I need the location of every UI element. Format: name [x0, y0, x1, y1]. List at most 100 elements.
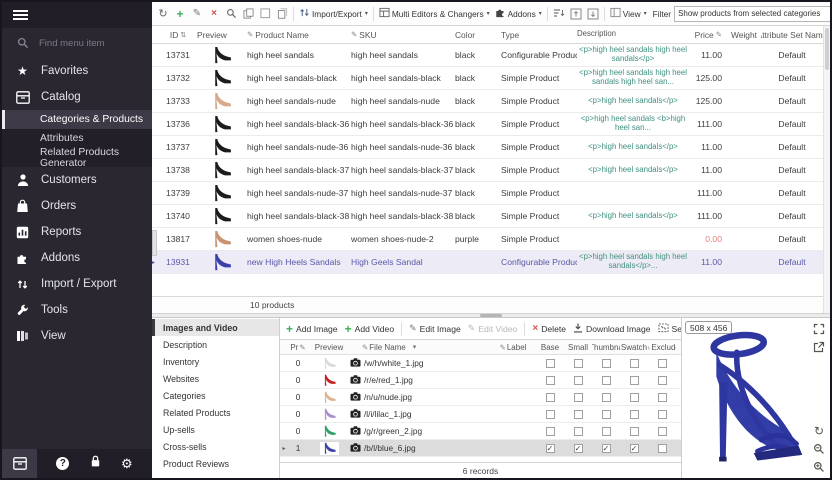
exclude-checkbox[interactable] [658, 376, 667, 385]
column-header-product-name[interactable]: ✎Product Name [247, 30, 351, 40]
panel-splitter-handle[interactable] [152, 230, 157, 256]
tab-categories[interactable]: Categories [152, 387, 279, 404]
column-header-attribute-set[interactable]: Attribute Set Name [761, 30, 823, 40]
thumbnail-checkbox[interactable] [602, 359, 611, 368]
sidebar-item-tools[interactable]: Tools [2, 297, 152, 323]
help-icon[interactable]: ? [56, 457, 69, 470]
sidebar-item-customers[interactable]: Customers [2, 167, 152, 193]
image-row[interactable]: ▸ 0 /l/i/lilac_1.jpg [280, 406, 681, 423]
tab-cross-sells[interactable]: Cross-sells [152, 438, 279, 455]
base-checkbox[interactable] [546, 393, 555, 402]
column-header-file-name[interactable]: ✎File Name▾ [350, 343, 490, 352]
swatch-checkbox[interactable] [630, 444, 639, 453]
small-checkbox[interactable] [574, 393, 583, 402]
edit-product-button[interactable]: ✎ [189, 6, 205, 22]
image-row[interactable]: ▸ 0 /n/u/nude.jpg [280, 389, 681, 406]
checkbox-select-button[interactable] [257, 6, 273, 22]
swatch-checkbox[interactable] [630, 410, 639, 419]
image-row[interactable]: ▸ 0 /r/e/red_1.jpg [280, 372, 681, 389]
column-header-weight[interactable]: Weight [727, 30, 761, 40]
small-checkbox[interactable] [574, 359, 583, 368]
sidebar-item-addons[interactable]: Addons [2, 245, 152, 271]
small-checkbox[interactable] [574, 376, 583, 385]
gear-icon[interactable]: ⚙ [121, 457, 133, 470]
exclude-checkbox[interactable] [658, 393, 667, 402]
menu-search-input[interactable] [37, 37, 142, 50]
store-button[interactable] [2, 449, 37, 478]
exclude-checkbox[interactable] [658, 427, 667, 436]
tab-inventory[interactable]: Inventory [152, 353, 279, 370]
addons-button[interactable]: Addons▾ [493, 7, 544, 20]
column-header-img-preview[interactable]: Preview [308, 343, 350, 352]
hamburger-menu-icon[interactable] [13, 10, 28, 20]
open-external-icon[interactable] [812, 340, 826, 354]
column-header-price[interactable]: Price✎ [689, 30, 727, 40]
swatch-checkbox[interactable] [630, 393, 639, 402]
add-video-button[interactable]: +Add Video [343, 322, 397, 336]
sidebar-item-favorites[interactable]: ★ Favorites [2, 58, 152, 84]
sidebar-item-view[interactable]: View [2, 323, 152, 349]
filter-select[interactable]: Show products from selected categories ▾ [674, 6, 830, 22]
sidebar-item-import-export[interactable]: Import / Export [2, 271, 152, 297]
column-header-base[interactable]: Base [536, 343, 564, 352]
import-export-button[interactable]: Import/Export▾ [297, 7, 370, 20]
column-header-preview[interactable]: Preview [197, 30, 247, 40]
thumbnail-checkbox[interactable] [602, 393, 611, 402]
base-checkbox[interactable] [546, 376, 555, 385]
image-row[interactable]: ▸ 0 /g/r/green_2.jpg [280, 423, 681, 440]
column-header-small[interactable]: Small [564, 343, 592, 352]
zoom-out-icon[interactable] [812, 442, 826, 456]
sidebar-item-categories-products[interactable]: Categories & Products [2, 110, 152, 129]
column-header-description[interactable]: Description [577, 30, 689, 39]
column-header-color[interactable]: Color [455, 30, 501, 40]
product-row[interactable]: ▸ 13737 high heel sandals-nude-36 high h… [152, 136, 823, 159]
tab-description[interactable]: Description [152, 336, 279, 353]
tab-up-sells[interactable]: Up-sells [152, 421, 279, 438]
exclude-checkbox[interactable] [658, 444, 667, 453]
edit-video-button[interactable]: ✎Edit Video [466, 323, 520, 334]
lock-icon[interactable] [89, 454, 102, 473]
exclude-checkbox[interactable] [658, 410, 667, 419]
swatch-checkbox[interactable] [630, 376, 639, 385]
product-row[interactable]: ▸ 13931 new High Heels Sandals High Geel… [152, 251, 823, 274]
exclude-checkbox[interactable] [658, 359, 667, 368]
base-checkbox[interactable] [546, 410, 555, 419]
image-row[interactable]: ▸ 1 /b/l/blue_6.jpg [280, 440, 681, 457]
product-row[interactable]: ▸ 13739 high heel sandals-nude-37 high h… [152, 182, 823, 205]
sidebar-item-catalog[interactable]: Catalog [2, 84, 152, 110]
base-checkbox[interactable] [546, 427, 555, 436]
column-header-type[interactable]: Type [501, 30, 577, 40]
sidebar-item-related-products-generator[interactable]: Related Products Generator [2, 148, 152, 167]
add-image-button[interactable]: +Add Image [284, 322, 340, 336]
thumbnail-checkbox[interactable] [602, 444, 611, 453]
rotate-icon[interactable]: ↻ [812, 424, 826, 438]
column-header-label[interactable]: ✎Label [490, 343, 536, 352]
add-product-button[interactable]: + [172, 6, 188, 22]
copy-button[interactable] [240, 6, 256, 22]
sidebar-item-orders[interactable]: Orders [2, 193, 152, 219]
set-resize-rule-button[interactable]: Set Resize Rule [656, 323, 681, 335]
small-checkbox[interactable] [574, 410, 583, 419]
delete-product-button[interactable]: × [206, 6, 222, 22]
column-header-thumbnail[interactable]: Thumbna [592, 343, 620, 352]
tab-images-and-video[interactable]: Images and Video [152, 319, 279, 336]
multi-editors-button[interactable]: Multi Editors & Changers▾ [377, 7, 492, 20]
sidebar-item-reports[interactable]: Reports [2, 219, 152, 245]
tab-websites[interactable]: Websites [152, 370, 279, 387]
column-header-exclude[interactable]: ✎Exclude [648, 343, 676, 352]
base-checkbox[interactable] [546, 444, 555, 453]
thumbnail-checkbox[interactable] [602, 410, 611, 419]
edit-image-button[interactable]: ✎Edit Image [407, 323, 463, 334]
refresh-button[interactable]: ↻ [155, 6, 171, 22]
product-row[interactable]: ▸ 13740 high heel sandals-black-38 high … [152, 205, 823, 228]
duplicate-button[interactable] [274, 6, 290, 22]
product-row[interactable]: ▸ 13731 high heel sandals high heel sand… [152, 44, 823, 67]
small-checkbox[interactable] [574, 427, 583, 436]
sort-button[interactable] [551, 6, 567, 22]
fullscreen-icon[interactable] [812, 322, 826, 336]
thumbnail-checkbox[interactable] [602, 427, 611, 436]
view-button[interactable]: View▾ [608, 7, 649, 20]
tab-related-products[interactable]: Related Products [152, 404, 279, 421]
column-header-id[interactable]: ID⇅ [159, 30, 197, 40]
product-row[interactable]: ▸ 13738 high heel sandals-black-37 high … [152, 159, 823, 182]
